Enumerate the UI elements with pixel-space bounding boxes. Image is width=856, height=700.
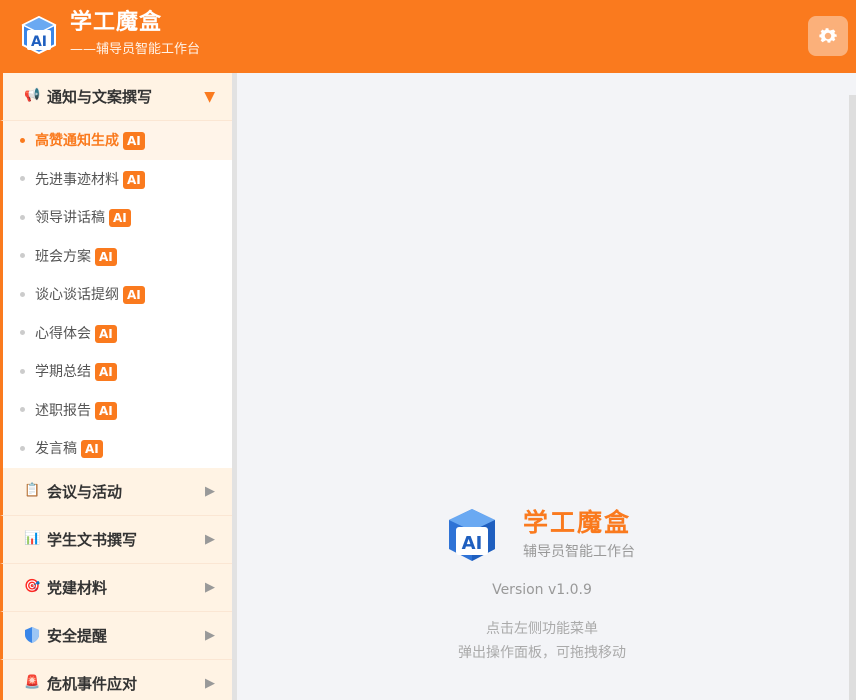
ai-badge: AI <box>81 440 103 459</box>
group-meetings-activities[interactable]: 📋 会议与活动 ▶ <box>0 467 232 516</box>
bar-chart-icon: 📊 <box>24 530 41 546</box>
sub-item-label: 谈心谈话提纲 <box>35 287 119 304</box>
sub-item-label: 发言稿 <box>35 441 77 458</box>
version-label: Version v1.0.9 <box>492 582 592 598</box>
sub-item-work-report[interactable]: 述职报告 AI <box>3 391 232 430</box>
sub-item-reflection[interactable]: 心得体会 AI <box>3 314 232 353</box>
chevron-right-icon: ▶ <box>205 531 215 547</box>
main-scrollbar[interactable] <box>849 95 856 700</box>
group-safety-reminder[interactable]: 安全提醒 ▶ <box>0 611 232 660</box>
ai-badge: AI <box>123 132 145 151</box>
ai-badge: AI <box>123 286 145 305</box>
sub-item-label: 班会方案 <box>35 248 91 265</box>
ai-badge: AI <box>95 247 117 266</box>
sub-item-speech-draft[interactable]: 发言稿 AI <box>3 429 232 468</box>
group-label: 会议与活动 <box>47 482 123 501</box>
ai-badge: AI <box>95 363 117 382</box>
bullet-icon <box>20 330 25 336</box>
sub-item-class-meeting[interactable]: 班会方案 AI <box>3 237 232 276</box>
sub-item-leader-speech[interactable]: 领导讲话稿 AI <box>3 198 232 237</box>
sub-item-exemplary-deeds[interactable]: 先进事迹材料 AI <box>3 160 232 199</box>
group-label: 党建材料 <box>47 578 108 597</box>
sub-item-praise-notice[interactable]: 高赞通知生成 AI <box>3 121 232 160</box>
chevron-down-icon: ▼ <box>204 88 215 105</box>
group-label: 学生文书撰写 <box>47 530 138 549</box>
sub-item-label: 心得体会 <box>35 325 91 342</box>
group-notice-writing[interactable]: 📢 通知与文案撰写 ▼ <box>0 73 232 121</box>
bullet-icon <box>20 407 25 413</box>
welcome-title: 学工魔盒 <box>523 508 632 537</box>
app-subtitle: ——辅导员智能工作台 <box>70 42 201 57</box>
sub-item-label: 述职报告 <box>35 402 91 419</box>
app-header: AI 学工魔盒 ——辅导员智能工作台 <box>0 0 856 73</box>
sub-item-label: 学期总结 <box>35 364 91 381</box>
target-icon: 🎯 <box>24 578 41 594</box>
ai-badge: AI <box>123 170 145 189</box>
ai-badge: AI <box>95 401 117 420</box>
app-logo-icon: AI <box>21 16 57 54</box>
shield-icon <box>24 626 40 643</box>
logo-text: AI <box>31 34 47 50</box>
sidebar-scrollbar[interactable] <box>232 73 237 700</box>
sidebar: 📢 通知与文案撰写 ▼ 高赞通知生成 AI 先进事迹材料 AI 领导讲话稿 AI 班会… <box>0 73 232 700</box>
brand-logo-text: AI <box>462 533 483 554</box>
sub-list: 高赞通知生成 AI 先进事迹材料 AI 领导讲话稿 AI 班会方案 AI 谈心谈话提纲 A… <box>0 121 232 468</box>
app-title: 学工魔盒 <box>70 10 163 35</box>
group-crisis-response[interactable]: 🚨 危机事件应对 ▶ <box>0 659 232 700</box>
chevron-right-icon: ▶ <box>205 627 215 643</box>
siren-icon: 🚨 <box>24 674 41 690</box>
megaphone-icon: 📢 <box>24 88 41 103</box>
group-label: 危机事件应对 <box>47 674 138 693</box>
ai-badge: AI <box>109 209 131 228</box>
sub-item-label: 高赞通知生成 <box>35 133 119 150</box>
clipboard-icon: 📋 <box>24 482 41 498</box>
group-student-documents[interactable]: 📊 学生文书撰写 ▶ <box>0 515 232 564</box>
hint-line-1: 点击左侧功能菜单 <box>486 621 598 637</box>
bullet-icon <box>20 368 25 374</box>
sub-item-label: 领导讲话稿 <box>35 210 105 227</box>
settings-button[interactable] <box>808 16 848 56</box>
chevron-right-icon: ▶ <box>205 579 215 595</box>
sub-item-term-summary[interactable]: 学期总结 AI <box>3 352 232 391</box>
brand-logo-icon: AI <box>449 509 495 561</box>
sub-item-label: 先进事迹材料 <box>35 171 119 188</box>
group-party-materials[interactable]: 🎯 党建材料 ▶ <box>0 563 232 612</box>
group-label: 通知与文案撰写 <box>47 88 153 106</box>
chevron-right-icon: ▶ <box>205 483 215 499</box>
bullet-icon <box>20 291 25 297</box>
gear-icon <box>819 28 837 43</box>
chevron-right-icon: ▶ <box>205 675 215 691</box>
bullet-icon <box>20 445 25 451</box>
welcome-brand: AI 学工魔盒 辅导员智能工作台 <box>447 507 647 567</box>
hint-line-2: 弹出操作面板，可拖拽移动 <box>458 645 626 661</box>
bullet-icon <box>20 214 25 220</box>
bullet-icon <box>20 253 25 259</box>
welcome-subtitle: 辅导员智能工作台 <box>523 544 635 560</box>
ai-badge: AI <box>95 324 117 343</box>
bullet-icon <box>20 137 25 143</box>
bullet-icon <box>20 176 25 182</box>
group-label: 安全提醒 <box>47 626 108 645</box>
sub-item-talk-outline[interactable]: 谈心谈话提纲 AI <box>3 275 232 314</box>
